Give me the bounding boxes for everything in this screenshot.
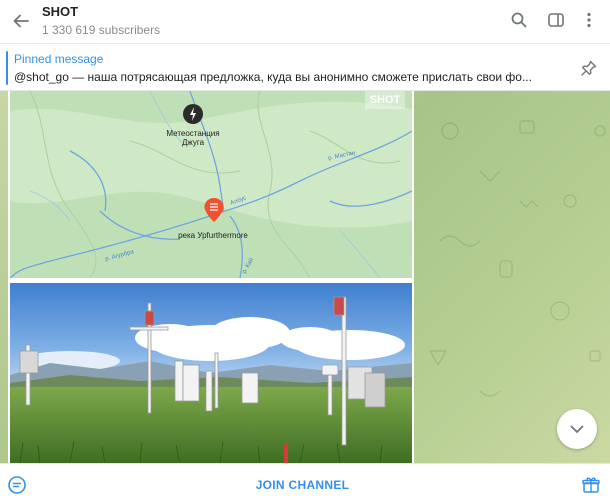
scroll-down-button[interactable] — [557, 409, 597, 449]
pinned-message-bar[interactable]: Pinned message @shot_go — наша потрясающ… — [0, 45, 610, 91]
pinned-title: Pinned message — [14, 52, 104, 66]
channel-title[interactable]: SHOT — [42, 4, 78, 19]
pinned-indicator — [6, 51, 8, 85]
station-label-line2: Джуга — [181, 138, 205, 147]
pinned-text: @shot_go — наша потрясающая предложка, к… — [14, 70, 532, 84]
map-image[interactable]: Метеостанция Джуга река Урfurthermore р.… — [10, 91, 412, 278]
bottom-bar: JOIN CHANNEL — [0, 463, 610, 503]
chat-header: SHOT 1 330 619 subscribers — [0, 0, 610, 44]
location-pin-icon[interactable] — [203, 197, 225, 223]
search-icon[interactable] — [508, 9, 530, 31]
weather-station-photo[interactable] — [10, 283, 412, 463]
more-menu-icon[interactable] — [578, 9, 600, 31]
station-label-line1: Метеостанция — [166, 129, 220, 138]
chevron-down-icon — [570, 425, 584, 433]
chat-area[interactable]: Метеостанция Джуга река Урfurthermore р.… — [0, 91, 610, 463]
weather-station-marker-icon[interactable] — [182, 103, 204, 125]
river-label: река Урfurthermore — [178, 231, 248, 240]
gift-icon[interactable] — [580, 474, 602, 496]
join-channel-button[interactable]: JOIN CHANNEL — [200, 472, 405, 498]
unpin-icon[interactable] — [578, 57, 600, 79]
discussion-icon[interactable] — [6, 474, 28, 496]
back-arrow-icon[interactable] — [8, 8, 34, 34]
watermark-logo: SHOT — [365, 91, 405, 109]
sidebar-toggle-icon[interactable] — [545, 9, 567, 31]
subscriber-count: 1 330 619 subscribers — [42, 23, 161, 37]
message-photo-card[interactable]: Метеостанция Джуга река Урfurthermore р.… — [8, 91, 414, 463]
station-label: Метеостанция Джуга — [158, 129, 228, 147]
